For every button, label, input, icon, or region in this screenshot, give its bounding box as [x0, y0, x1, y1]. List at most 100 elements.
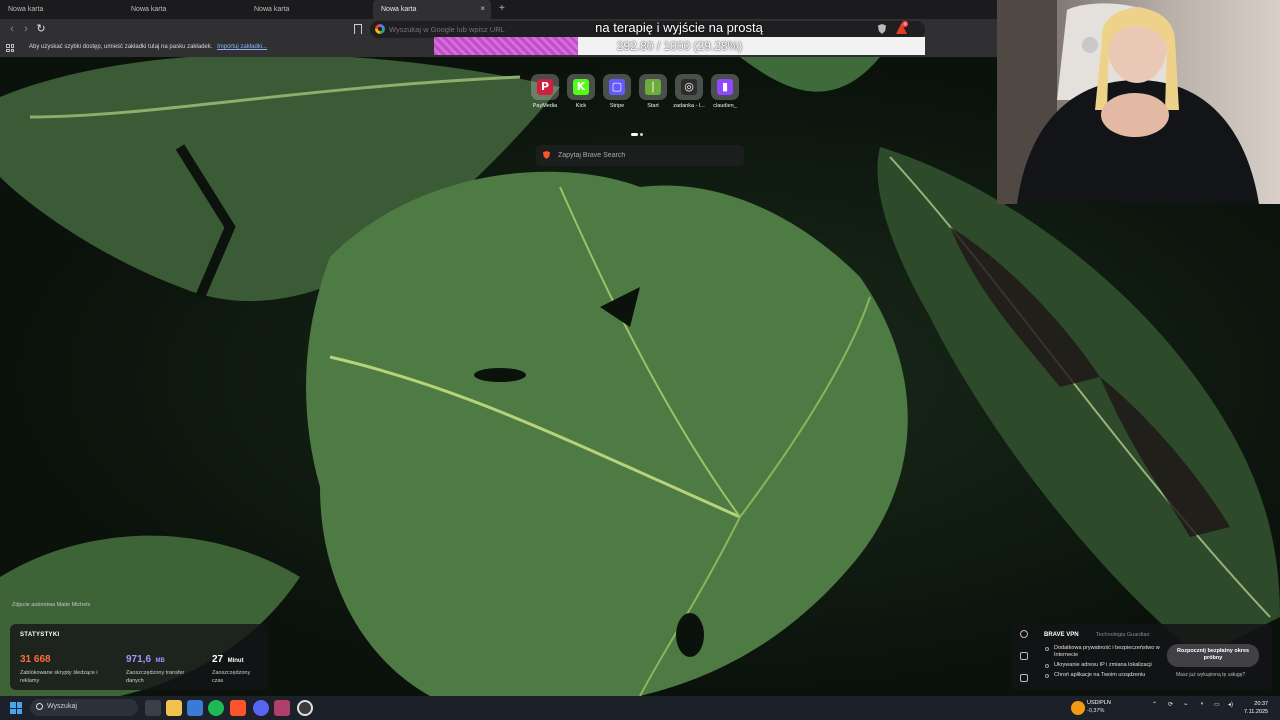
task-view-icon[interactable]: [145, 700, 161, 716]
top-site-label: claudien_: [713, 103, 737, 109]
check-icon: [1045, 674, 1049, 678]
top-site-3[interactable]: ▢ Stripe: [603, 74, 631, 109]
already-purchased-link[interactable]: Masz już wykupioną tę usługę?: [1176, 672, 1245, 678]
top-sites-pager[interactable]: [631, 123, 645, 141]
discord-icon[interactable]: [253, 700, 269, 716]
stat-desc: Zaoszczędzony czas: [212, 670, 251, 684]
stat-bandwidth: 971,6 MB Zaoszczędzony transfer danych: [126, 649, 196, 685]
tab-strip: Nowa karta Nowa karta Nowa karta Nowa ka…: [0, 0, 1000, 19]
stat-time: 27 Minut Zaoszczędzony czas: [212, 649, 260, 685]
taskbar-search-label: Wyszukaj: [47, 703, 77, 710]
stat-unit: MB: [155, 658, 165, 664]
bookmark-icon[interactable]: [354, 24, 362, 34]
cards-icon[interactable]: [1020, 674, 1028, 682]
top-site-4[interactable]: ❘ Start: [639, 74, 667, 109]
tab-label: Nowa karta: [381, 6, 417, 13]
stat-value: 31 668: [20, 654, 51, 665]
google-icon: [375, 24, 385, 34]
microphone-icon[interactable]: ◖: [1200, 701, 1204, 707]
tab-1[interactable]: Nowa karta: [0, 0, 123, 19]
vpn-title: BRAVE VPN: [1044, 632, 1079, 638]
currency-widget[interactable]: USD/PLN -0,37%: [1087, 699, 1111, 715]
stripe-icon: ▢: [609, 79, 625, 95]
top-site-tile[interactable]: ▢: [603, 74, 631, 100]
tab-label: Nowa karta: [8, 6, 44, 13]
start-trial-button[interactable]: Rozpocznij bezpłatny okres próbny: [1167, 644, 1259, 667]
donation-goal-text: 292.80 / 1000 (29.28%): [616, 39, 743, 53]
tab-active[interactable]: Nowa karta ×: [373, 0, 491, 19]
file-explorer-icon[interactable]: [166, 700, 182, 716]
brave-vpn-widget: BRAVE VPN Technologia Guardian Dodatkowa…: [1012, 624, 1272, 690]
currency-icon: [1071, 701, 1085, 715]
top-site-label: PayMedia: [532, 103, 558, 109]
top-site-label: Start: [647, 103, 659, 109]
clock[interactable]: 20:37 7.11.2025: [1244, 700, 1268, 716]
stat-unit: Minut: [227, 658, 244, 664]
date: 7.11.2025: [1244, 709, 1269, 715]
screen: { "browser": { "tabs": [ {"label": "Nowa…: [0, 0, 1280, 720]
sync-icon[interactable]: ⟳: [1168, 701, 1173, 708]
top-site-tile[interactable]: ◎: [675, 74, 703, 100]
top-site-tile[interactable]: P: [531, 74, 559, 100]
tab-3[interactable]: Nowa karta: [246, 0, 369, 19]
brave-search-box[interactable]: [536, 145, 744, 166]
top-site-tile[interactable]: ▮: [711, 74, 739, 100]
reload-icon[interactable]: ↻: [34, 22, 48, 36]
check-icon: [1045, 647, 1049, 651]
alert-icon[interactable]: [1020, 652, 1028, 660]
spotify-icon[interactable]: [208, 700, 224, 716]
apps-grid-icon[interactable]: [6, 44, 14, 52]
top-site-tile[interactable]: K: [567, 74, 595, 100]
tab-2[interactable]: Nowa karta: [123, 0, 246, 19]
app-icon[interactable]: [274, 700, 290, 716]
currency-pair: USD/PLN: [1087, 700, 1111, 706]
windows-start-icon[interactable]: [10, 702, 22, 714]
widget-switcher: [1012, 624, 1036, 690]
pager-dot-active[interactable]: [631, 133, 638, 136]
close-tab-icon[interactable]: ×: [480, 4, 485, 13]
tab-label: Nowa karta: [131, 6, 167, 13]
chevron-up-icon[interactable]: ⌃: [1152, 701, 1157, 708]
brave-browser-icon[interactable]: [230, 700, 246, 716]
zadanka-icon: ◎: [681, 79, 697, 95]
currency-change: -0,37%: [1087, 708, 1105, 714]
top-site-6[interactable]: ▮ claudien_: [711, 74, 739, 109]
top-site-2[interactable]: K Kick: [567, 74, 595, 109]
twitch-icon: ▮: [717, 79, 733, 95]
stream-goal-title: na terapię i wyjście na prostą: [595, 20, 763, 35]
network-icon[interactable]: ⌁: [1184, 701, 1188, 708]
vpn-shield-icon[interactable]: [1020, 630, 1028, 638]
stat-desc: Zablokowane skrypty śledzące i reklamy: [20, 670, 98, 684]
taskbar-search[interactable]: Wyszukaj: [30, 699, 138, 716]
stat-desc: Zaoszczędzony transfer danych: [126, 670, 185, 684]
display-icon[interactable]: ▭: [1214, 701, 1220, 708]
new-tab-button[interactable]: +: [491, 0, 513, 19]
brave-lion-icon: [543, 151, 550, 159]
forward-icon[interactable]: ›: [19, 22, 33, 36]
volume-icon[interactable]: ◂): [1228, 701, 1233, 708]
donation-goal-bar: 292.80 / 1000 (29.28%): [434, 37, 925, 55]
top-site-1[interactable]: P PayMedia: [531, 74, 559, 109]
check-icon: [1045, 664, 1049, 668]
obs-icon[interactable]: [297, 700, 313, 716]
top-site-tile[interactable]: ❘: [639, 74, 667, 100]
calendar-app-icon[interactable]: [187, 700, 203, 716]
brave-search-input[interactable]: [558, 149, 728, 162]
top-site-label: zadanka - l...: [673, 103, 705, 109]
photo-credit[interactable]: Zdjęcie autorstwa Maite Michels: [12, 602, 90, 608]
import-bookmarks-link[interactable]: Importuj zakładki...: [217, 44, 267, 50]
top-sites: P PayMedia K Kick ▢ Stripe ❘ Start ◎ zadanka - l.…: [531, 74, 739, 109]
stats-widget: STATYSTYKI 31 668 Zablokowane skrypty śl…: [10, 624, 268, 690]
vpn-feature: Dodatkowa prywatność i bezpieczeństwo w …: [1054, 645, 1160, 658]
top-site-label: Kick: [575, 103, 587, 109]
stat-value: 27: [212, 654, 224, 665]
paymedia-icon: P: [537, 79, 553, 95]
back-icon[interactable]: ‹: [5, 22, 19, 36]
top-site-5[interactable]: ◎ zadanka - l...: [673, 74, 705, 109]
vpn-tech-note: Technologia Guardian: [1096, 632, 1150, 638]
windows-taskbar: Wyszukaj USD/PLN -0,37% ⌃ ⟳ ⌁ ◖ ▭ ◂) 20:…: [0, 696, 1280, 720]
search-icon: [36, 703, 43, 710]
pager-dot[interactable]: [640, 133, 643, 136]
kick-icon: K: [573, 79, 589, 95]
stat-value: 971,6: [126, 654, 152, 665]
